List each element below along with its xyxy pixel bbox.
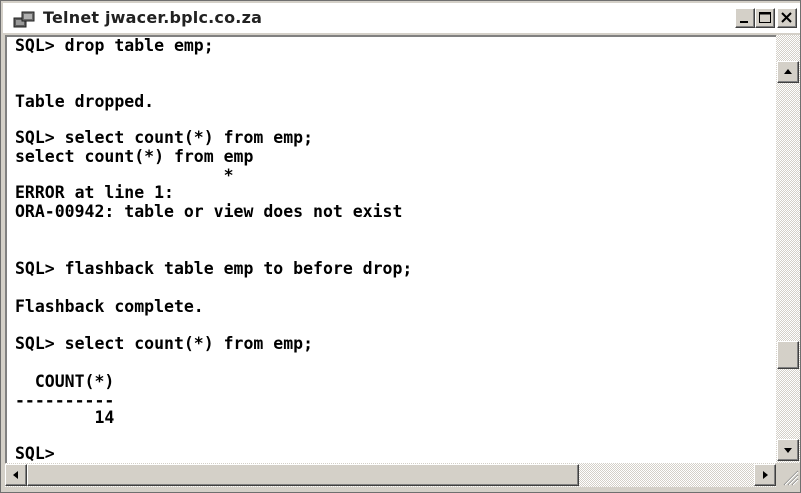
scroll-right-button[interactable] (754, 464, 776, 486)
console-line: select count(*) from emp (15, 147, 254, 166)
scroll-down-button[interactable] (777, 439, 799, 461)
horizontal-scroll-thumb[interactable] (27, 464, 579, 486)
horizontal-scrollbar[interactable] (5, 463, 776, 487)
minimize-icon (740, 21, 748, 23)
maximize-button[interactable] (755, 8, 775, 28)
scroll-left-button[interactable] (5, 464, 27, 486)
minimize-button[interactable] (735, 8, 755, 28)
scroll-up-button[interactable] (777, 61, 799, 83)
console-line: ORA-00942: table or view does not exist (15, 202, 403, 221)
maximize-icon (759, 12, 771, 23)
console-line: SQL> select count(*) from emp; (15, 334, 314, 353)
console-line: SQL> (15, 444, 55, 463)
arrow-left-icon (13, 471, 18, 479)
console-line: COUNT(*) (15, 372, 115, 391)
vertical-scrollbar[interactable] (776, 35, 800, 463)
console-line: 14 (15, 408, 115, 427)
resize-grip-icon (783, 470, 799, 486)
arrow-up-icon (784, 69, 792, 74)
console-line: SQL> flashback table emp to before drop; (15, 259, 413, 278)
close-icon (781, 12, 792, 23)
console-line: Table dropped. (15, 92, 155, 111)
console-line: Flashback complete. (15, 297, 204, 316)
resize-grip[interactable] (776, 463, 800, 487)
telnet-window: Telnet jwacer.bplc.co.za SQL> drop table… (0, 0, 801, 493)
arrow-right-icon (763, 471, 768, 479)
arrow-down-icon (784, 448, 792, 453)
title-bar[interactable]: Telnet jwacer.bplc.co.za (3, 3, 800, 33)
console-line: ERROR at line 1: (15, 183, 174, 202)
vertical-scroll-thumb[interactable] (777, 341, 799, 369)
telnet-app-icon[interactable] (13, 10, 35, 28)
console-line: SQL> select count(*) from emp; (15, 128, 314, 147)
window-title: Telnet jwacer.bplc.co.za (43, 8, 263, 27)
console-line: SQL> drop table emp; (15, 36, 214, 55)
console-output[interactable]: SQL> drop table emp; Table dropped. SQL>… (5, 35, 776, 463)
close-button[interactable] (777, 8, 797, 28)
